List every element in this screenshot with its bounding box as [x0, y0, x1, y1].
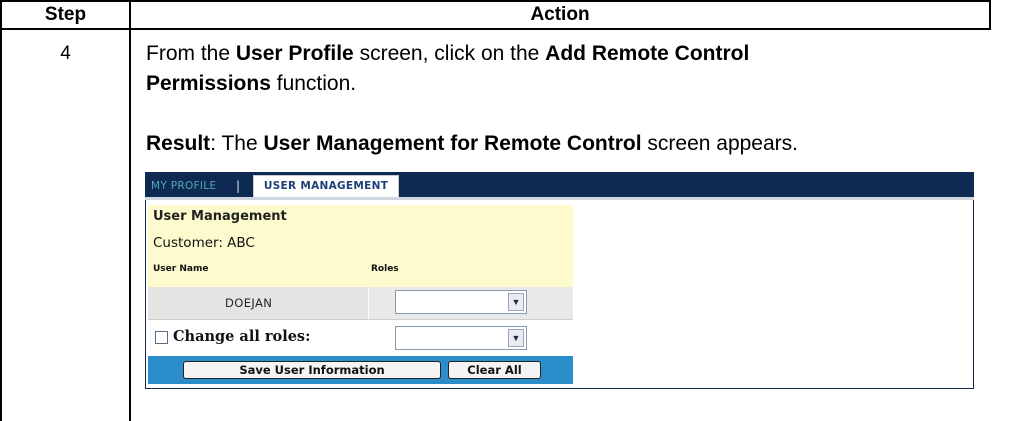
clear-all-button[interactable]: Clear All: [448, 361, 541, 379]
step-number: 4: [60, 43, 71, 64]
result-label: Result: [146, 132, 211, 155]
chevron-down-icon[interactable]: ▼: [508, 329, 524, 347]
save-user-information-button[interactable]: Save User Information: [183, 361, 441, 379]
screenshot-user-management: MY PROFILE | USER MANAGEMENT User Manage…: [145, 172, 974, 392]
instruction-line-2: Permissions function.: [146, 72, 357, 95]
permissions-term: Permissions: [146, 72, 271, 95]
username-value: DOEJAN: [225, 296, 273, 310]
table-column-divider: [129, 0, 131, 421]
header-action: Action: [530, 4, 590, 25]
tab-my-profile[interactable]: MY PROFILE: [151, 177, 216, 195]
add-remote-control-term: Add Remote Control: [545, 42, 750, 65]
table-border-right: [989, 0, 991, 30]
customer-label: Customer: ABC: [153, 235, 255, 251]
instruction-table: Step Action 4 From the User Profile scre…: [0, 0, 1016, 421]
chevron-down-icon[interactable]: ▼: [508, 293, 524, 311]
change-all-roles-checkbox[interactable]: [155, 331, 168, 344]
column-header-roles: Roles: [371, 264, 399, 274]
user-management-screen-term: User Management for Remote Control: [263, 132, 642, 155]
result-line: Result: The User Management for Remote C…: [146, 132, 798, 155]
change-all-roles-select[interactable]: ▼: [395, 326, 527, 350]
user-profile-term: User Profile: [235, 42, 354, 65]
column-header-user-name: User Name: [153, 264, 209, 274]
change-all-roles-label: Change all roles:: [173, 328, 311, 345]
user-role-select[interactable]: ▼: [395, 290, 527, 314]
table-header-divider: [0, 28, 991, 30]
navbar-underline: [145, 197, 974, 200]
tab-separator: |: [236, 179, 241, 193]
tab-user-management[interactable]: USER MANAGEMENT: [253, 175, 399, 197]
row-divider: [148, 319, 573, 320]
instruction-line-1: From the User Profile screen, click on t…: [146, 42, 750, 65]
panel-title: User Management: [153, 209, 287, 224]
header-step: Step: [44, 4, 87, 25]
